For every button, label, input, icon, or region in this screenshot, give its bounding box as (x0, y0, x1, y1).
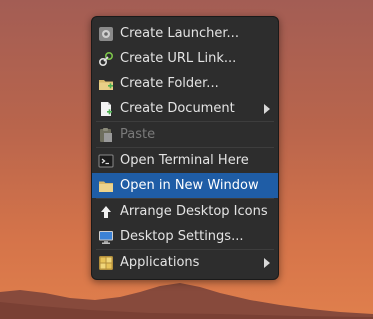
menu-item-applications[interactable]: Applications (92, 250, 278, 275)
menu-item-create-folder[interactable]: Create Folder... (92, 71, 278, 96)
submenu-arrow-icon (264, 104, 270, 114)
menu-item-label: Create Folder... (120, 76, 219, 91)
folder-add-icon (99, 80, 113, 90)
menu-item-arrange-desktop-icons[interactable]: Arrange Desktop Icons (92, 199, 278, 224)
menu-item-create-document[interactable]: Create Document (92, 96, 278, 121)
arrange-up-icon (101, 206, 111, 218)
menu-item-label: Create URL Link... (120, 51, 237, 66)
applications-icon (99, 256, 113, 270)
menu-item-label: Arrange Desktop Icons (120, 204, 268, 219)
menu-item-label: Open Terminal Here (120, 153, 249, 168)
menu-item-paste[interactable]: Paste (92, 122, 278, 147)
menu-item-label: Open in New Window (120, 178, 259, 193)
menu-item-open-in-new-window[interactable]: Open in New Window (92, 173, 278, 198)
menu-item-label: Applications (120, 255, 200, 270)
menu-item-label: Create Launcher... (120, 26, 239, 41)
document-add-icon (101, 102, 112, 116)
link-icon (98, 51, 114, 67)
submenu-arrow-icon (264, 258, 270, 268)
menu-item-label: Desktop Settings... (120, 229, 244, 244)
paste-icon (100, 128, 112, 142)
menu-item-create-launcher[interactable]: Create Launcher... (92, 21, 278, 46)
monitor-icon (99, 231, 113, 244)
menu-item-label: Create Document (120, 101, 235, 116)
menu-item-label: Paste (120, 127, 156, 142)
menu-item-create-url-link[interactable]: Create URL Link... (92, 46, 278, 71)
folder-icon (99, 181, 113, 192)
menu-item-desktop-settings[interactable]: Desktop Settings... (92, 224, 278, 249)
context-menu: Create Launcher... Create URL Link... Cr… (91, 16, 279, 280)
launcher-gear-icon (99, 27, 113, 41)
menu-item-open-terminal-here[interactable]: Open Terminal Here (92, 148, 278, 173)
terminal-icon (98, 154, 114, 168)
